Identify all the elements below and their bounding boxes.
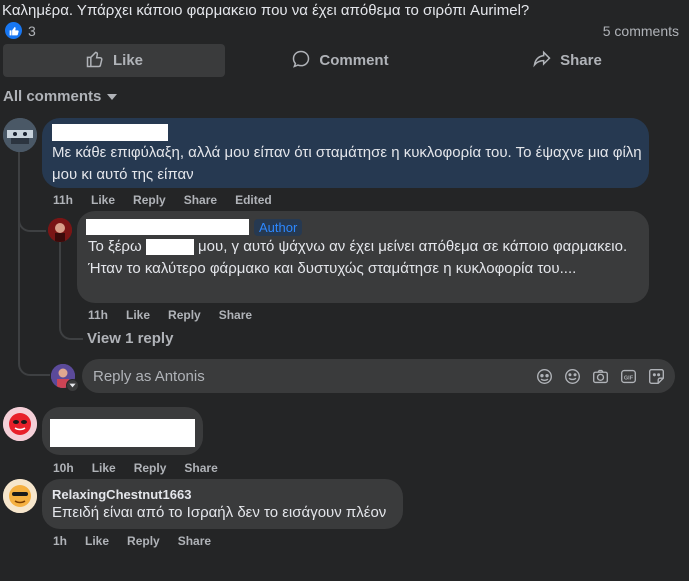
comment-reply-button[interactable]: Reply: [133, 193, 166, 207]
like-button[interactable]: Like: [3, 44, 225, 77]
comment-button-label: Comment: [319, 52, 389, 69]
redacted-author-name: [86, 219, 249, 235]
comment-share-button[interactable]: Share: [184, 193, 217, 207]
comment-time[interactable]: 1h: [53, 534, 67, 548]
post-text: Καλημέρα. Υπάρχει κάποιο φαρμακειο που ν…: [2, 2, 530, 19]
chevron-down-icon: [107, 88, 118, 105]
comment-icon: [291, 49, 311, 73]
comment-text: Με κάθε επιφύλαξη, αλλά μου είπαν ότι στ…: [52, 144, 642, 183]
comment-time[interactable]: 10h: [53, 461, 74, 475]
thumbs-up-icon: [85, 49, 105, 73]
gif-icon[interactable]: GIF: [619, 367, 637, 385]
comments-filter-label: All comments: [3, 88, 102, 105]
avatar[interactable]: [3, 118, 37, 152]
action-bar: Like Comment Share: [0, 44, 689, 80]
comment-share-button[interactable]: Share: [178, 534, 211, 548]
camera-icon[interactable]: [591, 367, 609, 385]
thread-branch: [18, 358, 50, 376]
share-button[interactable]: Share: [456, 44, 678, 77]
redacted-author-name: [52, 124, 168, 141]
comment-author[interactable]: RelaxingChestnut1663: [52, 487, 191, 502]
comment-like-button[interactable]: Like: [126, 308, 150, 322]
comment-meta: 10h Like Reply Share: [53, 461, 236, 475]
comment-count[interactable]: 5 comments: [603, 23, 679, 39]
comment-like-button[interactable]: Like: [91, 193, 115, 207]
comment-bubble: Author Το ξέρω μου, γ αυτό ψάχνω αν έχει…: [77, 211, 649, 303]
share-icon: [532, 49, 552, 73]
comment-meta: 1h Like Reply Share: [53, 534, 229, 548]
comment-reply-button[interactable]: Reply: [168, 308, 201, 322]
comment-time[interactable]: 11h: [88, 308, 108, 322]
comment-reply-button[interactable]: Reply: [134, 461, 167, 475]
reply-input[interactable]: Reply as Antonis GIF: [82, 359, 675, 393]
redacted-comment: [50, 419, 195, 447]
view-replies-link[interactable]: View 1 reply: [87, 330, 173, 347]
emoji-icon[interactable]: [563, 367, 581, 385]
avatar[interactable]: [48, 218, 72, 242]
reply-input-placeholder: Reply as Antonis: [93, 368, 205, 385]
reaction-count[interactable]: 3: [28, 23, 36, 39]
comment-meta: 11h Like Reply Share Edited: [53, 193, 290, 207]
author-badge: Author: [254, 219, 303, 236]
comment-like-button[interactable]: Like: [92, 461, 116, 475]
edited-label[interactable]: Edited: [235, 193, 272, 207]
svg-text:GIF: GIF: [623, 375, 633, 381]
chevron-down-icon[interactable]: [66, 379, 79, 392]
thread-line: [59, 242, 61, 326]
share-button-label: Share: [560, 52, 602, 69]
reply-input-tools: GIF: [535, 367, 665, 385]
sticker-icon[interactable]: [535, 367, 553, 385]
avatar[interactable]: [3, 407, 37, 441]
comment-text-part: Το ξέρω: [88, 238, 142, 255]
comment-button[interactable]: Comment: [230, 44, 450, 77]
redacted-name: [145, 239, 194, 256]
comment-bubble: RelaxingChestnut1663 Επειδή είναι από το…: [42, 479, 403, 529]
comment-share-button[interactable]: Share: [219, 308, 252, 322]
comment-bubble: Με κάθε επιφύλαξη, αλλά μου είπαν ότι στ…: [42, 118, 649, 188]
comment-share-button[interactable]: Share: [184, 461, 217, 475]
thread-branch: [18, 214, 46, 232]
like-button-label: Like: [112, 52, 143, 69]
comment-reply-button[interactable]: Reply: [127, 534, 160, 548]
comment-like-button[interactable]: Like: [85, 534, 109, 548]
thread-branch: [59, 322, 83, 340]
comment-text: Το ξέρω μου, γ αυτό ψάχνω αν έχει μείνει…: [88, 236, 638, 280]
comment-text: Επειδή είναι από το Ισραήλ δεν το εισάγο…: [52, 504, 387, 521]
thread-line: [18, 152, 20, 364]
comment-bubble: [42, 407, 203, 455]
sticker-smile-icon[interactable]: [647, 367, 665, 385]
comment-time[interactable]: 11h: [53, 193, 73, 207]
avatar[interactable]: [3, 479, 37, 513]
like-reaction-icon[interactable]: [5, 22, 22, 39]
comments-filter[interactable]: All comments: [3, 88, 118, 105]
comment-meta: 11h Like Reply Share: [88, 308, 270, 322]
